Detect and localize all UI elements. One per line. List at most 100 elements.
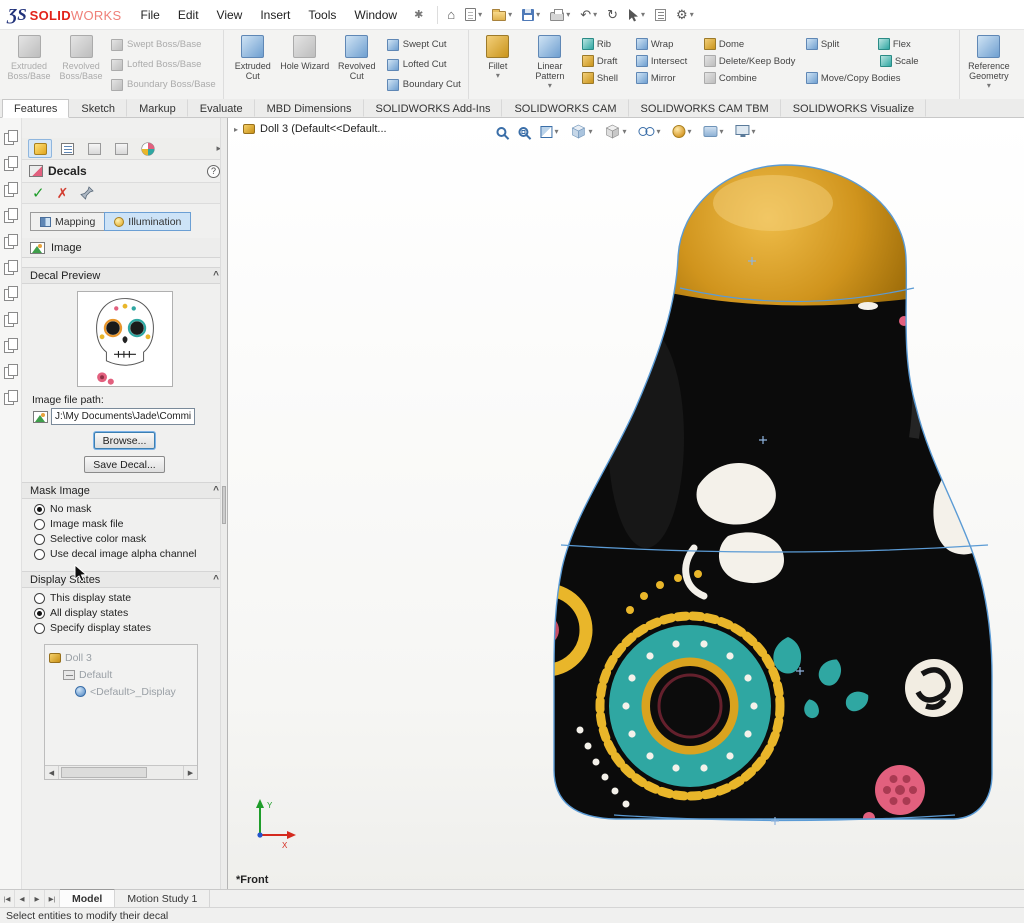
save-button[interactable]: ▾: [519, 7, 543, 23]
tab-features[interactable]: Features: [2, 99, 69, 118]
home-button[interactable]: ⌂: [444, 6, 458, 23]
left-strip-icon[interactable]: [4, 156, 17, 169]
extruded-boss-base-button[interactable]: Extruded Boss/Base: [3, 31, 55, 97]
tree-horizontal-scrollbar[interactable]: ◀ ▶: [45, 765, 197, 779]
menu-insert[interactable]: Insert: [251, 4, 299, 26]
view-orientation-button[interactable]: ▾: [568, 122, 594, 141]
extruded-cut-button[interactable]: Extruded Cut: [227, 31, 279, 97]
options-button[interactable]: ⚙▾: [673, 6, 697, 23]
tab-solidworks-cam[interactable]: SOLIDWORKS CAM: [502, 99, 628, 117]
scroll-right-arrow[interactable]: ▶: [183, 766, 197, 779]
boundary-boss-base-button[interactable]: Boundary Boss/Base: [111, 77, 216, 92]
scroll-left-arrow[interactable]: ◀: [45, 766, 59, 779]
revolved-boss-base-button[interactable]: Revolved Boss/Base: [55, 31, 107, 97]
last-tab-button[interactable]: ▶|: [45, 890, 60, 907]
hide-show-items-button[interactable]: ▾: [636, 125, 662, 138]
left-strip-icon[interactable]: [4, 286, 17, 299]
decal-preview-header[interactable]: Decal Preview ^: [22, 267, 227, 284]
radio-use-alpha-channel[interactable]: Use decal image alpha channel: [34, 548, 227, 560]
pin-menu-icon[interactable]: ✱: [406, 8, 431, 21]
shell-button[interactable]: Shell: [582, 71, 636, 85]
reference-geometry-button[interactable]: Reference Geometry ▾: [963, 31, 1015, 97]
menu-window[interactable]: Window: [345, 4, 406, 26]
left-strip-icon[interactable]: [4, 390, 17, 403]
tab-motion-study-1[interactable]: Motion Study 1: [115, 890, 210, 907]
fillet-button[interactable]: Fillet ▾: [472, 31, 524, 97]
tab-markup[interactable]: Markup: [127, 99, 188, 117]
menu-file[interactable]: File: [132, 4, 169, 26]
tab-solidworks-cam-tbm[interactable]: SOLIDWORKS CAM TBM: [629, 99, 781, 117]
scale-button[interactable]: Scale: [880, 54, 952, 68]
hole-wizard-button[interactable]: Hole Wizard: [279, 31, 331, 97]
menu-edit[interactable]: Edit: [169, 4, 208, 26]
image-section-bar[interactable]: Image: [22, 238, 227, 258]
tab-model[interactable]: Model: [60, 889, 115, 907]
wrap-button[interactable]: Wrap: [636, 37, 704, 51]
lofted-cut-button[interactable]: Lofted Cut: [387, 57, 461, 72]
move-copy-bodies-button[interactable]: Move/Copy Bodies: [806, 71, 878, 85]
swept-boss-base-button[interactable]: Swept Boss/Base: [111, 37, 216, 52]
model-doll[interactable]: [228, 118, 1024, 889]
flex-button[interactable]: Flex: [878, 37, 922, 51]
collapse-chevron-icon[interactable]: ^: [213, 574, 219, 585]
panel-scrollbar[interactable]: [220, 118, 227, 889]
zoom-to-area-button[interactable]: [516, 125, 530, 139]
print-button[interactable]: ▾: [547, 6, 573, 23]
left-strip-icon[interactable]: [4, 312, 17, 325]
document-tab[interactable]: ▸ Doll 3 (Default<<Default...: [234, 123, 387, 135]
open-button[interactable]: ▾: [489, 6, 515, 23]
tab-sketch[interactable]: Sketch: [69, 99, 127, 117]
radio-selective-color-mask[interactable]: Selective color mask: [34, 533, 227, 545]
browse-button[interactable]: Browse...: [94, 432, 156, 449]
save-decal-button[interactable]: Save Decal...: [84, 456, 164, 473]
first-tab-button[interactable]: |◀: [0, 890, 15, 907]
tab-evaluate[interactable]: Evaluate: [188, 99, 255, 117]
apply-scene-button[interactable]: ▾: [702, 124, 726, 139]
revolved-cut-button[interactable]: Revolved Cut: [331, 31, 383, 97]
display-style-button[interactable]: ▾: [602, 122, 628, 141]
left-strip-icon[interactable]: [4, 234, 17, 247]
tree-item-doll3[interactable]: Doll 3: [49, 649, 193, 666]
radio-specify-display-states[interactable]: Specify display states: [34, 622, 227, 634]
select-button[interactable]: ▾: [625, 6, 648, 24]
decal-image-icon[interactable]: [33, 411, 48, 423]
zoom-to-fit-button[interactable]: [494, 125, 508, 139]
panel-scrollbar-thumb[interactable]: [222, 486, 226, 524]
tab-mbd-dimensions[interactable]: MBD Dimensions: [255, 99, 364, 117]
radio-this-display-state[interactable]: This display state: [34, 592, 227, 604]
rib-button[interactable]: Rib: [582, 37, 636, 51]
menu-tools[interactable]: Tools: [299, 4, 345, 26]
section-view-button[interactable]: ▾: [538, 124, 560, 140]
linear-pattern-button[interactable]: Linear Pattern ▾: [524, 31, 576, 97]
undo-button[interactable]: ↶▾: [577, 6, 600, 23]
swept-cut-button[interactable]: Swept Cut: [387, 37, 461, 52]
edit-appearance-button[interactable]: ▾: [671, 123, 694, 140]
document-tab-arrow-icon[interactable]: ▸: [234, 125, 238, 134]
delete-keep-body-button[interactable]: Delete/Keep Body: [704, 54, 806, 68]
left-strip-icon[interactable]: [4, 130, 17, 143]
tab-mapping[interactable]: Mapping: [30, 212, 105, 231]
radio-no-mask[interactable]: No mask: [34, 503, 227, 515]
curves-button[interactable]: Curves ▾: [1015, 31, 1024, 97]
left-strip-icon[interactable]: [4, 338, 17, 351]
viewport[interactable]: ▸ Doll 3 (Default<<Default... ▾ ▾ ▾ ▾ ▾ …: [228, 118, 1024, 889]
new-document-button[interactable]: ▾: [462, 6, 485, 23]
scroll-track[interactable]: [59, 766, 183, 779]
tree-item-default-display[interactable]: <Default>_Display: [49, 683, 193, 700]
tab-configurations[interactable]: [55, 139, 79, 158]
lofted-boss-base-button[interactable]: Lofted Boss/Base: [111, 57, 216, 72]
mirror-button[interactable]: Mirror: [636, 71, 704, 85]
next-tab-button[interactable]: ▶: [30, 890, 45, 907]
left-strip-icon[interactable]: [4, 260, 17, 273]
combine-button[interactable]: Combine: [704, 71, 806, 85]
left-strip-icon[interactable]: [4, 364, 17, 377]
cancel-button[interactable]: ✗: [57, 185, 69, 202]
tree-item-default[interactable]: Default: [49, 666, 193, 683]
scroll-thumb[interactable]: [61, 767, 147, 778]
tab-dimxpert[interactable]: [82, 139, 106, 158]
help-icon[interactable]: ?: [207, 165, 220, 178]
previous-tab-button[interactable]: ◀: [15, 890, 30, 907]
left-strip-icon[interactable]: [4, 182, 17, 195]
collapse-chevron-icon[interactable]: ^: [213, 485, 219, 496]
boundary-cut-button[interactable]: Boundary Cut: [387, 77, 461, 92]
